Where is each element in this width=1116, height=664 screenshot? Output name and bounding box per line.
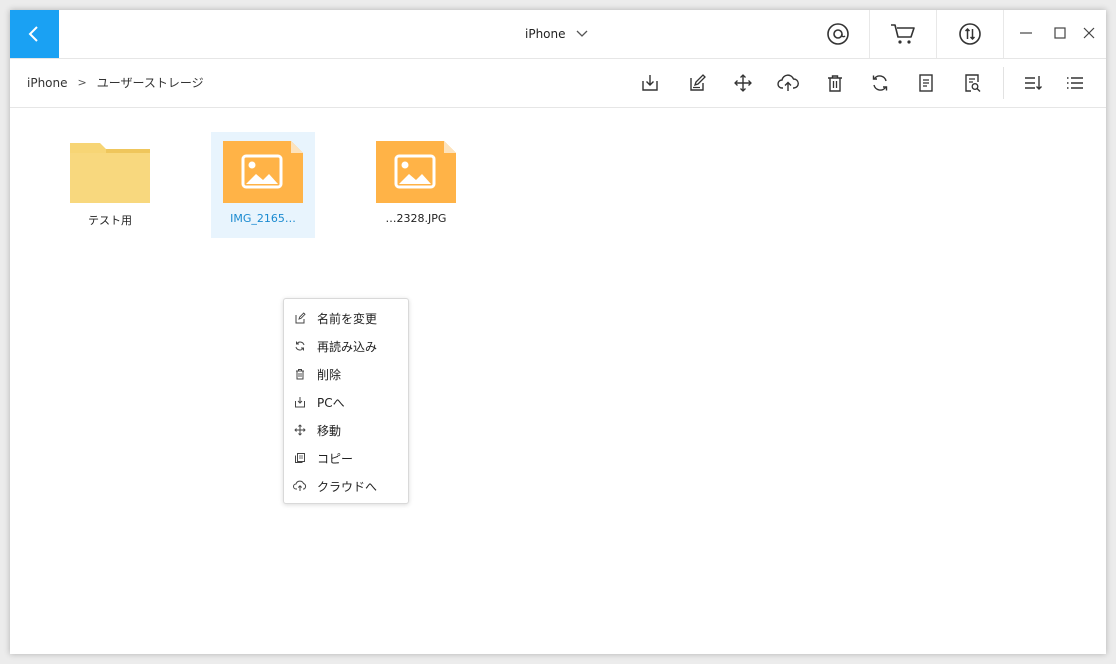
breadcrumb-separator: >: [77, 76, 87, 89]
context-menu: 名前を変更 再読み込み 削除 PCへ 移動 コピー クラウドへ: [283, 298, 409, 504]
app-window: iPhone iPhone > ユーザーストレージ テスト用 IMG_2165……: [10, 10, 1106, 654]
toolbar-separator: [1003, 67, 1004, 99]
refresh-button[interactable]: [868, 71, 892, 95]
export-icon: [642, 75, 658, 91]
transfer-icon: [959, 23, 981, 45]
upload-cloud-icon: [293, 479, 307, 493]
trash-icon: [828, 75, 842, 92]
minimize-button[interactable]: [1015, 22, 1037, 44]
move-icon: [293, 423, 307, 437]
title-separator: [1003, 10, 1004, 58]
sort-icon: [1025, 76, 1042, 90]
store-button[interactable]: [870, 10, 936, 58]
breadcrumb-item-root[interactable]: iPhone: [27, 76, 68, 90]
at-sign-icon: [827, 23, 849, 45]
menu-item-label: クラウドへ: [317, 479, 378, 494]
menu-item-copy[interactable]: コピー: [284, 444, 408, 472]
folder-icon: [70, 143, 150, 203]
list-view-icon: [1067, 77, 1083, 89]
device-selector[interactable]: iPhone: [525, 24, 588, 44]
upload-to-cloud-button[interactable]: [776, 71, 800, 95]
minimize-icon: [1020, 32, 1032, 34]
export-to-pc-button[interactable]: [638, 71, 662, 95]
menu-item-delete[interactable]: 削除: [284, 360, 408, 388]
title-bar: iPhone: [10, 10, 1106, 59]
file-item-image[interactable]: …2328.JPG: [364, 132, 468, 238]
close-button[interactable]: [1078, 22, 1100, 44]
breadcrumb-item-current[interactable]: ユーザーストレージ: [97, 74, 204, 91]
image-file-icon: [376, 141, 456, 203]
transfer-button[interactable]: [937, 10, 1003, 58]
export-icon: [293, 395, 307, 409]
refresh-icon: [293, 339, 307, 353]
menu-item-label: 移動: [317, 423, 342, 438]
menu-item-label: 削除: [317, 367, 342, 382]
menu-item-label: PCへ: [317, 395, 345, 410]
maximize-button[interactable]: [1049, 22, 1071, 44]
file-item-image-selected[interactable]: IMG_2165…: [211, 132, 315, 238]
file-item-folder[interactable]: テスト用: [58, 132, 162, 238]
rename-button[interactable]: [685, 71, 709, 95]
trash-icon: [293, 367, 307, 381]
edit-icon: [690, 74, 706, 91]
chevron-left-icon: [28, 26, 38, 42]
image-file-icon: [223, 141, 303, 203]
device-name: iPhone: [525, 27, 566, 41]
maximize-icon: [1054, 27, 1066, 39]
cart-icon: [891, 24, 915, 44]
search-file-button[interactable]: [960, 71, 984, 95]
menu-item-move[interactable]: 移動: [284, 416, 408, 444]
menu-item-to-pc[interactable]: PCへ: [284, 388, 408, 416]
list-view-button[interactable]: [1063, 71, 1087, 95]
document-icon: [919, 74, 933, 92]
file-info-button[interactable]: [914, 71, 938, 95]
toolbar: iPhone > ユーザーストレージ: [10, 59, 1106, 108]
chevron-down-icon: [576, 30, 587, 37]
menu-item-label: 再読み込み: [317, 339, 378, 354]
upload-cloud-icon: [777, 74, 799, 91]
move-icon: [734, 74, 752, 92]
menu-item-label: コピー: [317, 451, 354, 466]
close-icon: [1083, 27, 1095, 39]
edit-icon: [293, 311, 307, 325]
back-button[interactable]: [10, 10, 59, 58]
file-name: テスト用: [88, 214, 132, 227]
menu-item-reload[interactable]: 再読み込み: [284, 332, 408, 360]
file-name: IMG_2165…: [230, 212, 296, 225]
move-button[interactable]: [731, 71, 755, 95]
copy-icon: [293, 451, 307, 465]
menu-item-rename[interactable]: 名前を変更: [284, 304, 408, 332]
search-document-icon: [965, 74, 981, 92]
refresh-icon: [872, 75, 888, 91]
file-browser-area: テスト用 IMG_2165… …2328.JPG 名前を変更 再読み込み 削除 …: [10, 108, 1106, 654]
account-button[interactable]: [805, 10, 871, 58]
menu-item-to-cloud[interactable]: クラウドへ: [284, 472, 408, 500]
file-name: …2328.JPG: [385, 212, 447, 225]
sort-button[interactable]: [1021, 71, 1045, 95]
menu-item-label: 名前を変更: [317, 311, 378, 326]
breadcrumb: iPhone > ユーザーストレージ: [27, 74, 204, 91]
delete-button[interactable]: [823, 71, 847, 95]
